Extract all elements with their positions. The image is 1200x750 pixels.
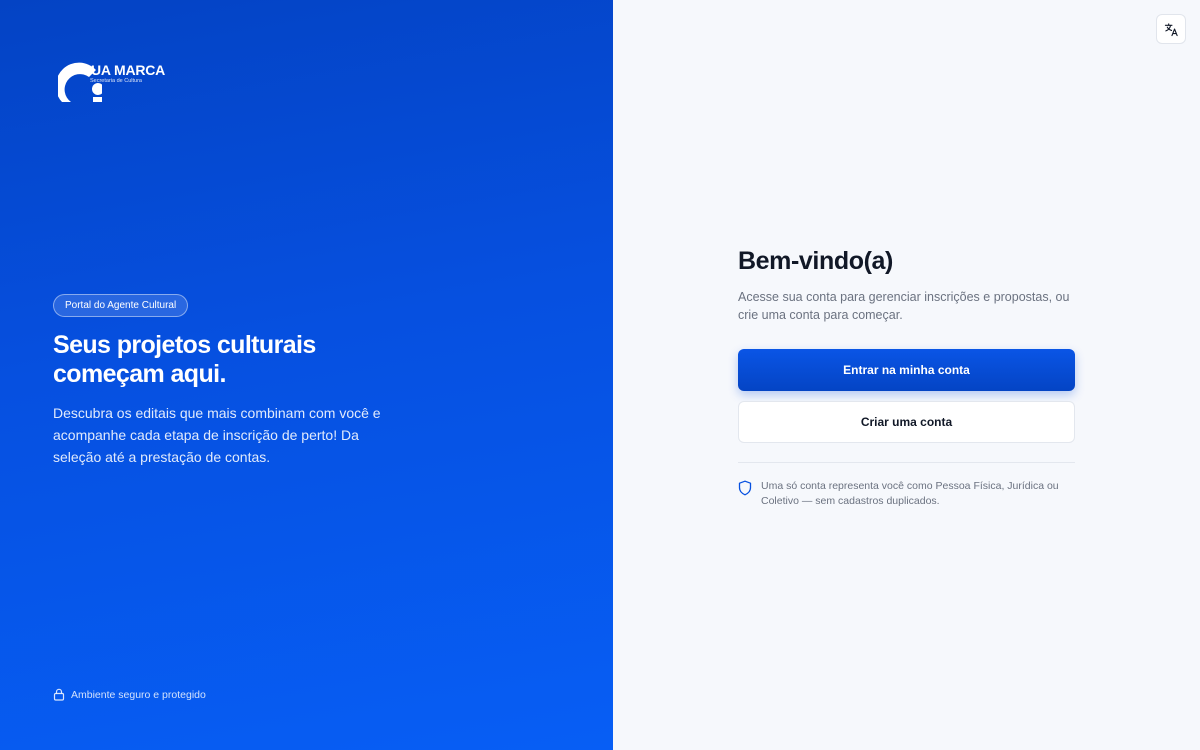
brand-name: UA MARCA (91, 62, 166, 78)
login-panel: Bem-vindo(a) Acesse sua conta para geren… (613, 0, 1200, 750)
account-note-text: Uma só conta representa você como Pessoa… (761, 480, 1059, 507)
welcome-title: Bem-vindo(a) (738, 247, 893, 275)
language-button[interactable] (1156, 14, 1186, 44)
secure-label: Ambiente seguro e protegido (71, 688, 206, 701)
hero-description: Descubra os editais que mais combinam co… (53, 405, 381, 465)
brand-subtitle: Secretaria de Cultura (90, 78, 142, 84)
hero-panel: UA MARCA Secretaria de Cultura Portal do… (0, 0, 613, 750)
hero-title: Seus projetos culturais começam aqui. (53, 331, 316, 388)
brand-logo: UA MARCA Secretaria de Cultura (58, 60, 198, 102)
account-note: Uma só conta representa você como Pessoa… (738, 479, 1075, 509)
divider (738, 462, 1075, 463)
lock-icon (53, 688, 65, 701)
welcome-subtitle: Acesse sua conta para gerenciar inscriçõ… (738, 290, 1070, 322)
create-account-button[interactable]: Criar uma conta (738, 401, 1075, 443)
portal-badge: Portal do Agente Cultural (53, 294, 189, 317)
shield-icon (738, 480, 752, 496)
welcome-card: Bem-vindo(a) Acesse sua conta para geren… (738, 246, 1075, 509)
login-button[interactable]: Entrar na minha conta (738, 349, 1075, 391)
translate-icon (1164, 22, 1178, 36)
secure-environment: Ambiente seguro e protegido (53, 688, 206, 701)
